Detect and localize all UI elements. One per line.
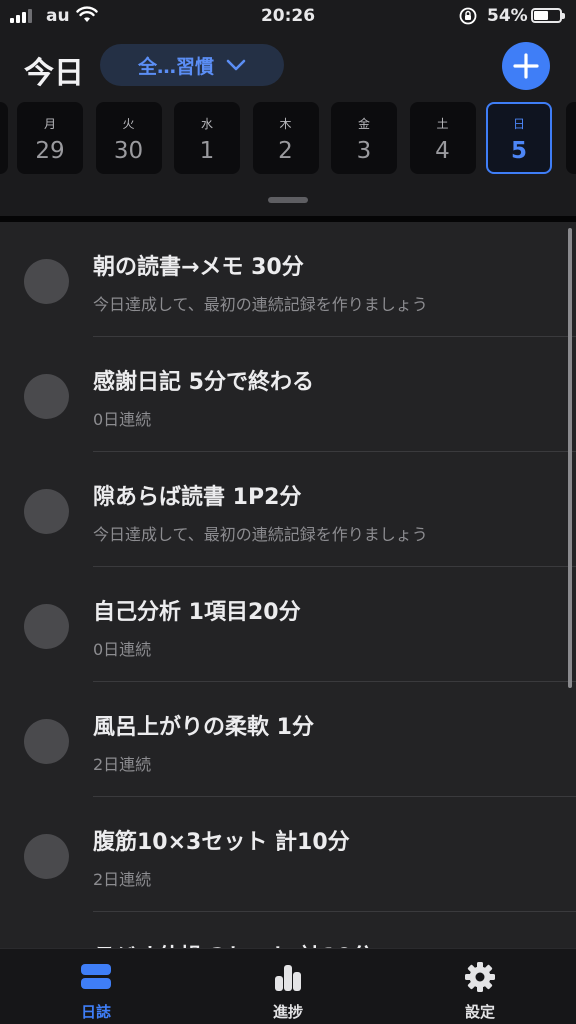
chevron-down-icon — [226, 59, 246, 71]
tab-bar: 日誌 進捗 設定 — [0, 948, 576, 1024]
habit-name: 隙あらば読書 1P2分 — [93, 485, 302, 510]
orientation-lock-icon — [458, 6, 478, 30]
day-selector[interactable]: 月 29 火 30 水 1 木 2 金 3 土 4 日 5 — [0, 102, 576, 174]
day-cell[interactable]: 木2 — [252, 102, 319, 174]
day-weekday: 土 — [436, 117, 449, 131]
tab-settings[interactable]: 設定 — [384, 949, 576, 1024]
journal-icon — [81, 964, 111, 989]
habit-name: 自己分析 1項目20分 — [93, 600, 301, 625]
habit-check-circle[interactable] — [24, 719, 69, 764]
habit-check-circle[interactable] — [24, 374, 69, 419]
day-cell[interactable]: 月 29 — [17, 102, 83, 174]
day-weekday: 月 — [43, 117, 56, 131]
day-cell[interactable]: 水1 — [174, 102, 240, 174]
day-number: 2 — [278, 138, 293, 164]
day-number: 5 — [510, 138, 527, 164]
habit-list[interactable]: 朝の読書→メモ 30分 今日達成して、最初の連続記録を作りましょう 感謝日記 5分で… — [0, 222, 576, 948]
habit-filter-dropdown[interactable]: 全…習慣 — [100, 44, 284, 86]
tab-progress[interactable]: 進捗 — [192, 949, 384, 1024]
habit-row[interactable]: 自己分析 1項目20分 0日連続 — [0, 567, 576, 682]
day-cell-previous[interactable] — [0, 102, 8, 174]
page-title: 今日 — [24, 56, 84, 91]
day-weekday: 水 — [200, 117, 213, 131]
add-habit-button[interactable] — [502, 42, 550, 90]
habit-row[interactable]: 感謝日記 5分で終わる 0日連続 — [0, 337, 576, 452]
habit-check-circle[interactable] — [24, 604, 69, 649]
habit-streak-status: 2日連続 — [93, 755, 152, 774]
day-number: 3 — [356, 138, 372, 164]
habit-name: ラジオ体操 2セット 計10分 — [93, 939, 374, 948]
day-cell[interactable]: 火 30 — [95, 102, 162, 174]
drag-handle[interactable] — [268, 197, 308, 203]
plus-icon — [513, 53, 539, 79]
habit-name: 朝の読書→メモ 30分 — [93, 255, 304, 280]
day-cell-next[interactable] — [566, 102, 576, 174]
habit-name: 腹筋10×3セット 計10分 — [93, 830, 350, 855]
tab-label: 設定 — [464, 1003, 495, 1021]
day-number: 29 — [35, 138, 65, 164]
battery-icon — [531, 8, 565, 23]
habit-streak-status: 0日連続 — [93, 640, 152, 659]
header: 今日 全…習慣 月 29 火 30 水 1 木 2 金 3 土 4 日 5 — [0, 34, 576, 216]
habit-filter-label: 全…習慣 — [137, 55, 214, 78]
habit-streak-status: 0日連続 — [93, 410, 152, 429]
habit-check-circle[interactable] — [24, 259, 69, 304]
day-weekday: 日 — [512, 117, 525, 131]
habit-row[interactable]: ラジオ体操 2セット 計10分 — [0, 912, 576, 948]
bar-chart-icon — [275, 965, 301, 991]
day-cell[interactable]: 金3 — [331, 102, 397, 174]
habit-name: 感謝日記 5分で終わる — [93, 370, 314, 395]
tab-journal[interactable]: 日誌 — [0, 949, 192, 1024]
habit-name: 風呂上がりの柔軟 1分 — [93, 715, 314, 740]
habit-row[interactable]: 風呂上がりの柔軟 1分 2日連続 — [0, 682, 576, 797]
habit-row[interactable]: 朝の読書→メモ 30分今日達成して、最初の連続記録を作りましょう — [0, 222, 576, 337]
app-screen: au 20:26 54% 今日 全…習慣 月 29 火 30 水 1 木 2 金… — [0, 0, 576, 1024]
day-number: 30 — [113, 138, 144, 164]
scrollbar[interactable] — [568, 228, 572, 688]
habit-streak-status: 2日連続 — [93, 870, 152, 889]
day-number: 4 — [435, 138, 450, 164]
day-cell[interactable]: 土4 — [409, 102, 476, 174]
gear-icon — [465, 962, 495, 992]
day-number: 1 — [199, 138, 215, 164]
day-weekday: 木 — [279, 117, 292, 131]
day-cell[interactable]: 日5 — [486, 102, 552, 174]
day-weekday: 火 — [122, 117, 135, 131]
habit-streak-status: 今日達成して、最初の連続記録を作りましょう — [93, 295, 428, 314]
tab-label: 日誌 — [80, 1003, 111, 1021]
tab-label: 進捗 — [272, 1003, 303, 1021]
habit-check-circle[interactable] — [24, 834, 69, 879]
habit-streak-status: 今日達成して、最初の連続記録を作りましょう — [93, 525, 428, 544]
day-weekday: 金 — [357, 117, 370, 131]
habit-row[interactable]: 腹筋10×3セット 計10分 2日連続 — [0, 797, 576, 912]
battery-percentage: 54% — [487, 6, 528, 26]
status-bar: au 20:26 54% — [0, 0, 576, 34]
habit-row[interactable]: 隙あらば読書 1P2分今日達成して、最初の連続記録を作りましょう — [0, 452, 576, 567]
habit-check-circle[interactable] — [24, 489, 69, 534]
